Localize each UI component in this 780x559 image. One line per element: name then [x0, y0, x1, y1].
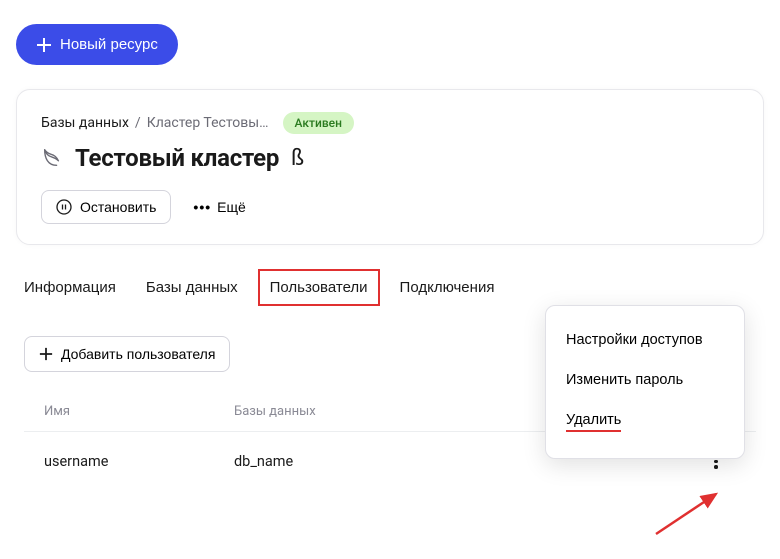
- page-title: Тестовый кластер: [75, 144, 279, 172]
- tab-info[interactable]: Информация: [24, 269, 116, 306]
- new-resource-label: Новый ресурс: [60, 36, 158, 53]
- more-button[interactable]: ••• Ещё: [187, 191, 251, 223]
- cell-username: username: [44, 453, 234, 470]
- beta-badge: ß: [291, 146, 304, 171]
- tabs: Информация Базы данных Пользователи Подк…: [24, 269, 756, 306]
- ellipsis-icon: •••: [193, 199, 211, 215]
- breadcrumb: Базы данных / Кластер Тестовы… Активен: [41, 112, 739, 134]
- stop-label: Остановить: [80, 199, 156, 215]
- breadcrumb-separator: /: [135, 115, 141, 131]
- stop-button[interactable]: Остановить: [41, 190, 171, 224]
- status-badge: Активен: [283, 112, 354, 134]
- add-user-label: Добавить пользователя: [61, 346, 215, 362]
- column-header-name: Имя: [44, 404, 234, 419]
- popover-item-access[interactable]: Настройки доступов: [546, 320, 744, 360]
- popover-item-delete-label: Удалить: [566, 412, 621, 432]
- tab-databases[interactable]: Базы данных: [146, 269, 238, 306]
- tab-users[interactable]: Пользователи: [258, 269, 380, 306]
- annotation-arrow-icon: [652, 488, 732, 538]
- row-actions-popover: Настройки доступов Изменить пароль Удали…: [545, 305, 745, 459]
- more-label: Ещё: [217, 199, 246, 215]
- new-resource-button[interactable]: Новый ресурс: [16, 24, 178, 65]
- cluster-header-card: Базы данных / Кластер Тестовы… Активен Т…: [16, 89, 764, 245]
- database-icon: [41, 147, 63, 169]
- breadcrumb-current: Кластер Тестовы…: [147, 115, 269, 131]
- plus-icon: [39, 347, 53, 361]
- popover-item-password[interactable]: Изменить пароль: [546, 360, 744, 400]
- breadcrumb-root[interactable]: Базы данных: [41, 115, 129, 131]
- add-user-button[interactable]: Добавить пользователя: [24, 336, 230, 372]
- pause-icon: [56, 199, 72, 215]
- plus-icon: [36, 37, 52, 53]
- popover-item-delete[interactable]: Удалить: [546, 400, 744, 444]
- tab-connections[interactable]: Подключения: [400, 269, 495, 306]
